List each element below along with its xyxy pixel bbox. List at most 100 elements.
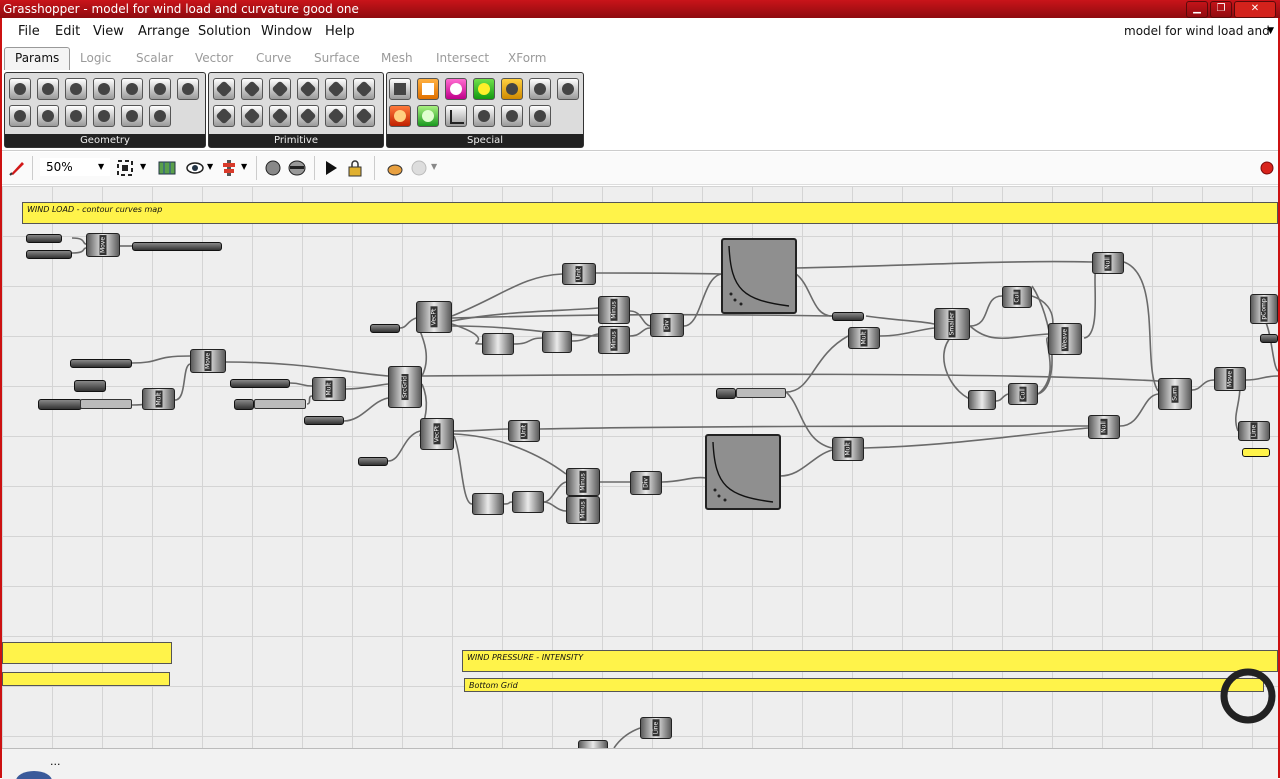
gradient-icon[interactable]	[445, 78, 467, 100]
menu-file[interactable]: File	[18, 24, 40, 39]
input-param[interactable]	[832, 312, 864, 321]
slider-label[interactable]	[38, 399, 82, 410]
mult-component[interactable]: Mult	[848, 327, 880, 349]
grasshopper-canvas[interactable]: WIND LOAD - contour curves map WIND PRES…	[2, 186, 1278, 748]
tab-curve[interactable]: Curve	[256, 51, 291, 65]
maximize-button[interactable]: ❐	[1210, 1, 1232, 18]
document-dropdown-icon[interactable]: ▼	[1267, 26, 1274, 36]
tab-intersect[interactable]: Intersect	[436, 51, 489, 65]
tab-logic[interactable]: Logic	[80, 51, 111, 65]
input-param[interactable]	[1260, 334, 1278, 343]
brep-param-icon[interactable]	[149, 78, 171, 100]
null-component[interactable]: Null	[1088, 415, 1120, 439]
slider-label[interactable]	[234, 399, 254, 410]
component[interactable]	[482, 333, 514, 355]
tab-scalar[interactable]: Scalar	[136, 51, 173, 65]
mult-component[interactable]: Mult	[832, 437, 864, 461]
id-param-icon[interactable]	[269, 78, 291, 100]
matrix-param-icon[interactable]	[353, 105, 375, 127]
shader-param-icon[interactable]	[241, 105, 263, 127]
cull-component[interactable]: Cull	[1002, 286, 1032, 308]
map-icon[interactable]	[158, 159, 176, 177]
pen-icon[interactable]	[8, 159, 26, 177]
boolean-param-icon[interactable]	[213, 78, 235, 100]
group-wind-pressure[interactable]: WIND PRESSURE - INTENSITY	[462, 650, 1278, 672]
string-param-icon[interactable]	[353, 78, 375, 100]
bake-icon[interactable]	[386, 159, 404, 177]
output-param[interactable]	[132, 242, 222, 251]
minus-component[interactable]: Minus	[598, 326, 630, 354]
group-bottom-grid[interactable]: Bottom Grid	[464, 678, 1264, 692]
input-param[interactable]	[230, 379, 290, 388]
graph-mapper[interactable]	[705, 434, 781, 510]
grid-param-icon[interactable]	[93, 105, 115, 127]
menu-edit[interactable]: Edit	[55, 24, 80, 39]
tab-surface[interactable]: Surface	[314, 51, 360, 65]
move-component[interactable]: Move	[190, 349, 226, 373]
number-slider[interactable]	[80, 399, 132, 409]
colour-wheel-icon[interactable]	[389, 105, 411, 127]
plane-param-icon[interactable]	[149, 105, 171, 127]
null-component[interactable]: Null	[1092, 252, 1124, 274]
mult-component[interactable]: Mult	[312, 377, 346, 401]
slider-label[interactable]	[716, 388, 736, 399]
text-panel-icon[interactable]	[417, 78, 439, 100]
menu-view[interactable]: View	[93, 24, 124, 39]
sphere-icon[interactable]	[417, 105, 439, 127]
tree-icon[interactable]	[501, 105, 523, 127]
sketch-icon[interactable]	[264, 159, 282, 177]
group-left-1[interactable]	[2, 642, 172, 664]
box-param-icon[interactable]	[9, 78, 31, 100]
menu-window[interactable]: Window	[261, 24, 312, 39]
div-component[interactable]: Div	[650, 313, 684, 337]
input-param[interactable]	[70, 359, 132, 368]
component[interactable]	[512, 491, 544, 513]
spiral-param-icon[interactable]	[65, 105, 87, 127]
input-param[interactable]	[370, 324, 400, 333]
number-param[interactable]	[74, 380, 106, 392]
circle-param-icon[interactable]	[37, 78, 59, 100]
input-param[interactable]	[26, 234, 62, 243]
move-component[interactable]: Move	[1214, 367, 1246, 391]
vector-param-icon[interactable]	[177, 78, 199, 100]
component[interactable]	[542, 331, 572, 353]
minus-component[interactable]: Minus	[566, 496, 600, 524]
align-icon[interactable]	[220, 159, 238, 177]
menu-help[interactable]: Help	[325, 24, 355, 39]
line-component[interactable]: Line	[1238, 421, 1270, 441]
scribble-icon[interactable]	[501, 78, 523, 100]
cull-component[interactable]: Cull	[1008, 383, 1038, 405]
input-param[interactable]	[358, 457, 388, 466]
align-dropdown-icon[interactable]: ▼	[241, 162, 247, 171]
component[interactable]	[472, 493, 504, 515]
close-button[interactable]: ✕	[1234, 1, 1276, 18]
interval-param-icon[interactable]	[297, 78, 319, 100]
line-param-icon[interactable]	[93, 78, 115, 100]
complex-param-icon[interactable]	[297, 105, 319, 127]
mesh-param-icon[interactable]	[9, 105, 31, 127]
tab-xform[interactable]: XForm	[508, 51, 546, 65]
minus-component[interactable]: Minus	[598, 296, 630, 324]
play-icon[interactable]	[322, 159, 340, 177]
srcgrid-component[interactable]: SrcGrid	[388, 366, 422, 408]
component[interactable]	[578, 740, 608, 748]
menu-arrange[interactable]: Arrange	[138, 24, 190, 39]
sum-component[interactable]: Sum	[1158, 378, 1192, 410]
zoom-extents-dropdown-icon[interactable]: ▼	[140, 162, 146, 171]
minimize-button[interactable]: ▁	[1186, 1, 1208, 18]
preview-dropdown-icon[interactable]: ▼	[207, 162, 213, 171]
panel-param[interactable]	[1242, 448, 1270, 457]
navigation-ring-icon[interactable]	[1218, 666, 1278, 726]
move-component[interactable]: Move	[86, 233, 120, 257]
mult-component[interactable]: Mult	[142, 388, 175, 410]
pcomp-component[interactable]: pComp	[1250, 294, 1278, 324]
arc-param-icon[interactable]	[37, 105, 59, 127]
tab-mesh[interactable]: Mesh	[381, 51, 413, 65]
curve-param-icon[interactable]	[65, 78, 87, 100]
unit-component[interactable]: Unit	[508, 420, 540, 442]
group-wind-load[interactable]: WIND LOAD - contour curves map	[22, 202, 1278, 224]
render-icon[interactable]	[410, 159, 428, 177]
mask-icon[interactable]	[288, 159, 306, 177]
swatch-icon[interactable]	[473, 78, 495, 100]
preview-eye-icon[interactable]	[186, 159, 204, 177]
